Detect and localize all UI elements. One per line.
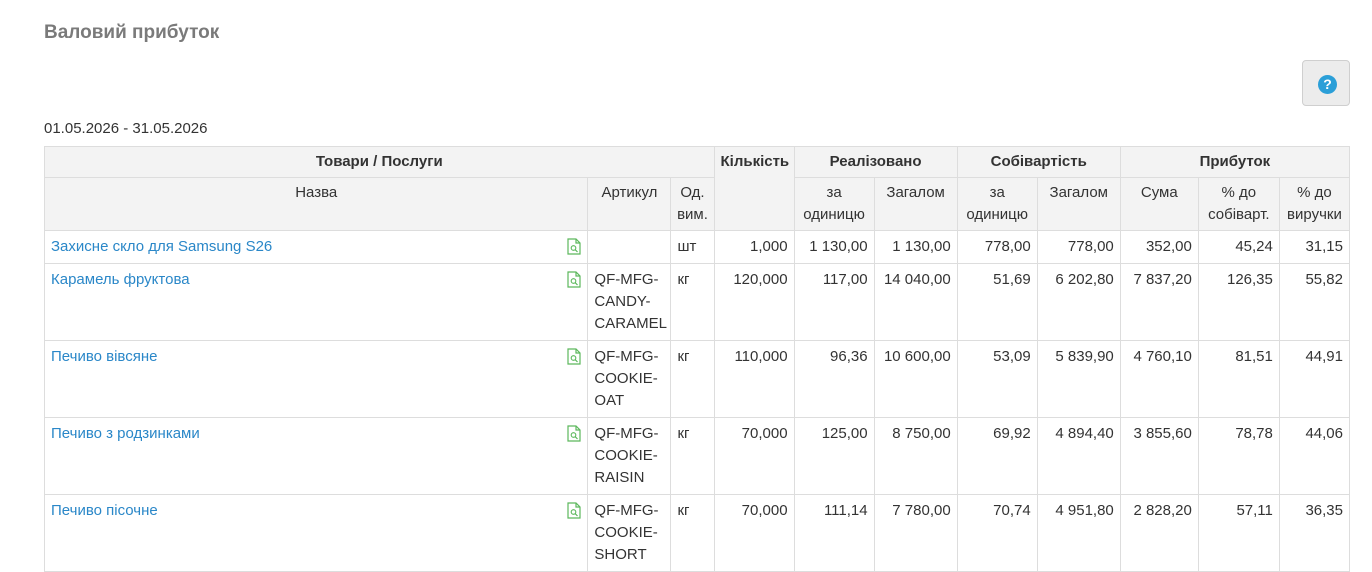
unit-cell: шт <box>670 230 715 264</box>
table-row: Карамель фруктова QF-MFG-CANDY-CARAMEL кг 1… <box>43 263 1351 341</box>
profit-pct-revenue-cell: 31,15 <box>1278 230 1351 264</box>
document-search-icon[interactable] <box>567 238 582 255</box>
sold-per-unit-cell: 117,00 <box>793 263 875 341</box>
question-circle-icon: ? <box>1318 75 1337 94</box>
quantity-cell: 120,000 <box>713 263 795 341</box>
profit-sum-cell: 2 828,20 <box>1119 494 1199 572</box>
document-search-icon[interactable] <box>567 271 582 288</box>
sold-per-unit-cell: 111,14 <box>793 494 875 572</box>
product-name-cell: Захисне скло для Samsung S26 <box>43 230 589 264</box>
gross-profit-table: Товари / Послуги Кількість Реалізовано С… <box>43 146 1351 572</box>
profit-pct-cost-cell: 57,11 <box>1197 494 1280 572</box>
header-goods-services: Товари / Послуги <box>44 146 715 178</box>
product-link[interactable]: Печиво пісочне <box>51 502 158 519</box>
product-link[interactable]: Печиво вівсяне <box>51 348 157 365</box>
header-profit-pct-cost: % до собіварт. <box>1197 177 1280 231</box>
header-cost: Собівартість <box>956 146 1121 178</box>
unit-cell: кг <box>670 494 715 572</box>
sold-per-unit-cell: 1 130,00 <box>793 230 875 264</box>
header-unit: Од. вим. <box>670 177 715 231</box>
quantity-cell: 110,000 <box>713 340 795 418</box>
cost-per-unit-cell: 51,69 <box>956 263 1038 341</box>
header-profit: Прибуток <box>1119 146 1351 178</box>
header-cost-per-unit: за одиницю <box>956 177 1038 231</box>
sku-cell: QF-MFG-COOKIE-RAISIN <box>587 417 672 495</box>
cost-per-unit-cell: 69,92 <box>956 417 1038 495</box>
table-row: Печиво вівсяне QF-MFG-COOKIE-OAT кг 110,000… <box>43 340 1351 418</box>
cost-total-cell: 5 839,90 <box>1036 340 1121 418</box>
product-name-cell: Печиво вівсяне <box>43 340 589 418</box>
sold-per-unit-cell: 125,00 <box>793 417 875 495</box>
profit-pct-revenue-cell: 55,82 <box>1278 263 1351 341</box>
quantity-cell: 1,000 <box>713 230 795 264</box>
quantity-cell: 70,000 <box>713 417 795 495</box>
unit-cell: кг <box>670 263 715 341</box>
header-sku: Артикул <box>587 177 672 231</box>
sold-total-cell: 10 600,00 <box>873 340 958 418</box>
sku-cell: QF-MFG-COOKIE-SHORT <box>587 494 672 572</box>
header-cost-total: Загалом <box>1036 177 1121 231</box>
table-row: Печиво з родзинками QF-MFG-COOKIE-RAISIN к… <box>43 417 1351 495</box>
cost-total-cell: 4 894,40 <box>1036 417 1121 495</box>
sold-total-cell: 7 780,00 <box>873 494 958 572</box>
quantity-cell: 70,000 <box>713 494 795 572</box>
table-row: Печиво пісочне QF-MFG-COOKIE-SHORT кг 70,00… <box>43 494 1351 572</box>
header-sold-total: Загалом <box>873 177 958 231</box>
sold-total-cell: 8 750,00 <box>873 417 958 495</box>
cost-per-unit-cell: 53,09 <box>956 340 1038 418</box>
sku-cell <box>587 230 672 264</box>
header-quantity: Кількість <box>713 146 795 231</box>
cost-total-cell: 778,00 <box>1036 230 1121 264</box>
header-sold-per-unit: за одиницю <box>793 177 875 231</box>
table-row: Захисне скло для Samsung S26 шт 1,000 1 130… <box>43 230 1351 264</box>
page-title: Валовий прибуток <box>44 22 220 43</box>
product-link[interactable]: Печиво з родзинками <box>51 425 200 442</box>
profit-pct-revenue-cell: 44,06 <box>1278 417 1351 495</box>
header-profit-sum: Сума <box>1119 177 1199 231</box>
cost-per-unit-cell: 778,00 <box>956 230 1038 264</box>
product-name-cell: Карамель фруктова <box>43 263 589 341</box>
document-search-icon[interactable] <box>567 348 582 365</box>
profit-pct-cost-cell: 78,78 <box>1197 417 1280 495</box>
header-profit-pct-revenue: % до виручки <box>1278 177 1351 231</box>
profit-pct-revenue-cell: 36,35 <box>1278 494 1351 572</box>
date-range: 01.05.2026 - 31.05.2026 <box>44 120 208 137</box>
profit-pct-cost-cell: 81,51 <box>1197 340 1280 418</box>
cost-per-unit-cell: 70,74 <box>956 494 1038 572</box>
header-sold: Реалізовано <box>793 146 958 178</box>
unit-cell: кг <box>670 340 715 418</box>
product-name-cell: Печиво пісочне <box>43 494 589 572</box>
sku-cell: QF-MFG-COOKIE-OAT <box>587 340 672 418</box>
profit-sum-cell: 3 855,60 <box>1119 417 1199 495</box>
sold-total-cell: 14 040,00 <box>873 263 958 341</box>
cost-total-cell: 6 202,80 <box>1036 263 1121 341</box>
profit-pct-revenue-cell: 44,91 <box>1278 340 1351 418</box>
cost-total-cell: 4 951,80 <box>1036 494 1121 572</box>
profit-sum-cell: 7 837,20 <box>1119 263 1199 341</box>
help-button[interactable]: ? <box>1302 60 1350 106</box>
sold-per-unit-cell: 96,36 <box>793 340 875 418</box>
sold-total-cell: 1 130,00 <box>873 230 958 264</box>
profit-sum-cell: 352,00 <box>1119 230 1199 264</box>
sku-cell: QF-MFG-CANDY-CARAMEL <box>587 263 672 341</box>
profit-pct-cost-cell: 126,35 <box>1197 263 1280 341</box>
document-search-icon[interactable] <box>567 502 582 519</box>
product-name-cell: Печиво з родзинками <box>43 417 589 495</box>
product-link[interactable]: Захисне скло для Samsung S26 <box>51 238 272 255</box>
unit-cell: кг <box>670 417 715 495</box>
document-search-icon[interactable] <box>567 425 582 442</box>
profit-sum-cell: 4 760,10 <box>1119 340 1199 418</box>
profit-pct-cost-cell: 45,24 <box>1197 230 1280 264</box>
product-link[interactable]: Карамель фруктова <box>51 271 190 288</box>
header-name: Назва <box>43 177 589 231</box>
